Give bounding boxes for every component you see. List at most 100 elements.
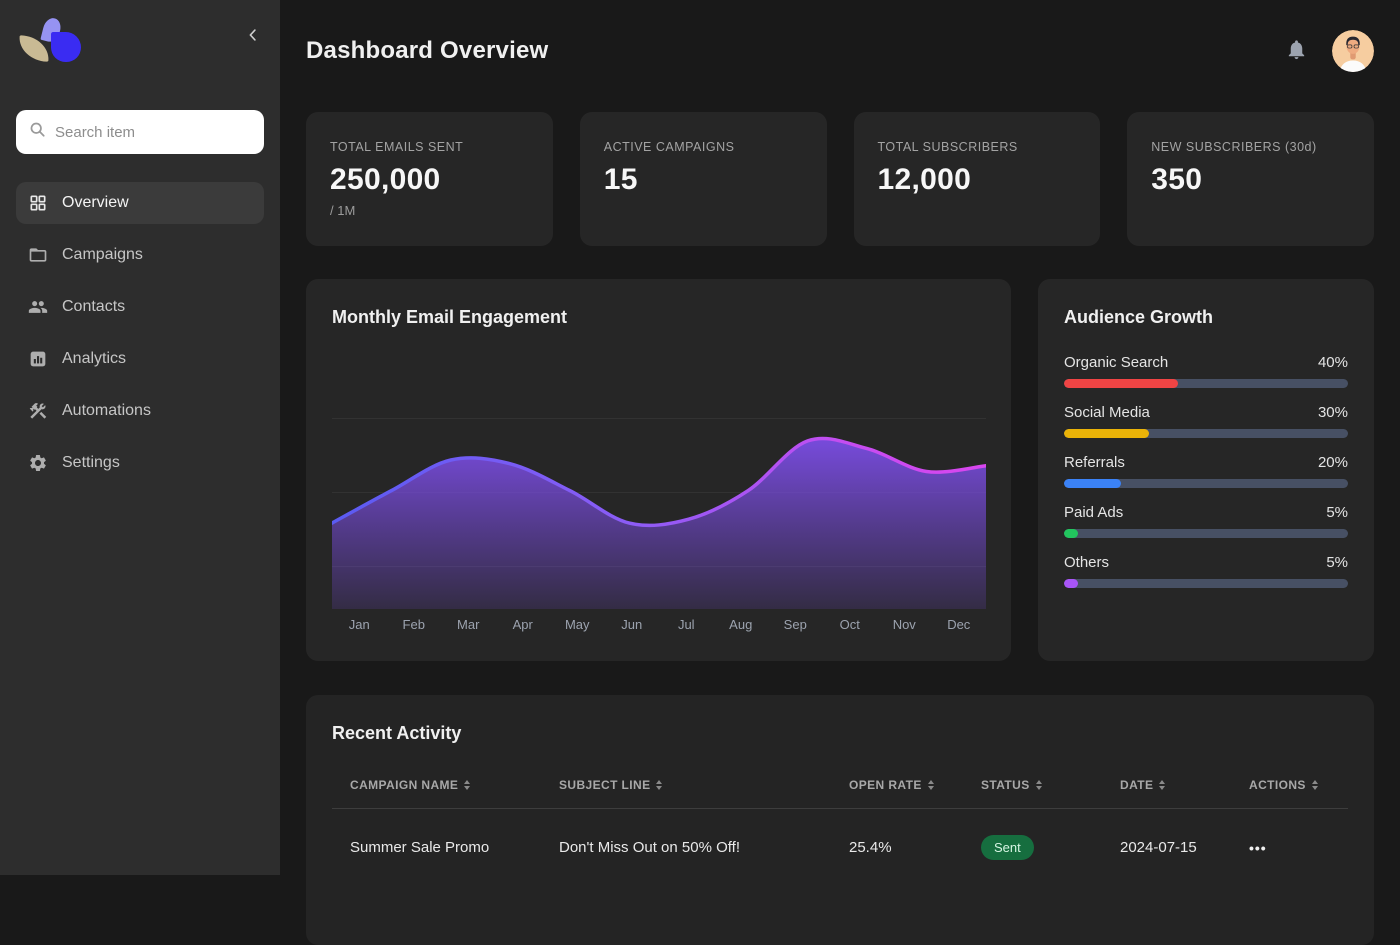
cell-date: 2024-07-15 [1120,839,1249,856]
audience-growth-card: Audience Growth Organic Search 40% Socia… [1038,279,1374,661]
column-header-date[interactable]: DATE [1120,778,1249,792]
sidebar-item-automations[interactable]: Automations [16,390,264,432]
main-content: Dashboard Overview [280,0,1400,875]
sidebar-item-label: Settings [62,454,120,472]
table-row: Summer Sale Promo Don't Miss Out on 50% … [332,809,1348,880]
column-header-status[interactable]: STATUS [981,778,1120,792]
stat-value: 250,000 [330,163,529,197]
recent-activity-card: Recent Activity CAMPAIGN NAME SUBJECT LI… [306,695,1374,945]
sort-icon [656,780,662,790]
audience-row-organic-search: Organic Search 40% [1064,354,1348,388]
stat-label: TOTAL EMAILS SENT [330,140,529,154]
x-tick: Feb [387,617,442,632]
stat-value: 15 [604,163,803,197]
engagement-chart-card: Monthly Email Engagement Jan Feb Mar Apr… [306,279,1011,661]
audience-pct: 20% [1318,454,1348,471]
audience-label: Paid Ads [1064,504,1123,521]
chevron-left-icon [244,32,262,47]
audience-row-referrals: Referrals 20% [1064,454,1348,488]
logo [16,14,80,66]
column-header-open-rate[interactable]: OPEN RATE [849,778,981,792]
stat-label: NEW SUBSCRIBERS (30d) [1151,140,1350,154]
bell-icon [1285,49,1308,64]
audience-label: Organic Search [1064,354,1168,371]
engagement-chart [332,418,986,609]
audience-label: Others [1064,554,1109,571]
sidebar-item-label: Campaigns [62,246,143,264]
sidebar-item-campaigns[interactable]: Campaigns [16,234,264,276]
progress-track [1064,579,1348,588]
sort-icon [1312,780,1318,790]
x-tick: Apr [496,617,551,632]
search-box [16,110,264,154]
audience-pct: 30% [1318,404,1348,421]
audience-label: Social Media [1064,404,1150,421]
folder-icon [28,245,48,265]
notifications-button[interactable] [1283,36,1310,66]
cell-subject-line: Don't Miss Out on 50% Off! [559,839,849,856]
audience-pct: 40% [1318,354,1348,371]
tools-icon [28,401,48,421]
sidebar-nav: Overview Campaigns Contacts [16,182,264,484]
stat-card-total-subscribers: TOTAL SUBSCRIBERS 12,000 [854,112,1101,246]
stat-card-new-subscribers: NEW SUBSCRIBERS (30d) 350 [1127,112,1374,246]
sort-icon [1159,780,1165,790]
column-header-campaign-name[interactable]: CAMPAIGN NAME [350,778,559,792]
search-input[interactable] [55,124,252,141]
x-tick: Jan [332,617,387,632]
x-tick: May [550,617,605,632]
column-header-subject-line[interactable]: SUBJECT LINE [559,778,849,792]
stat-sub: / 1M [330,203,529,218]
sort-icon [464,780,470,790]
stat-label: ACTIVE CAMPAIGNS [604,140,803,154]
audience-pct: 5% [1326,504,1348,521]
gear-icon [28,453,48,473]
progress-fill [1064,379,1178,388]
sidebar-item-analytics[interactable]: Analytics [16,338,264,380]
stat-cards-row: TOTAL EMAILS SENT 250,000 / 1M ACTIVE CA… [306,112,1374,246]
x-tick: Sep [768,617,823,632]
x-tick: Aug [714,617,769,632]
audience-row-paid-ads: Paid Ads 5% [1064,504,1348,538]
progress-track [1064,379,1348,388]
sidebar: Overview Campaigns Contacts [0,0,280,875]
x-tick: Dec [932,617,987,632]
x-tick: Mar [441,617,496,632]
progress-track [1064,529,1348,538]
chart-title: Monthly Email Engagement [306,279,1011,328]
column-header-actions[interactable]: ACTIONS [1249,778,1348,792]
x-tick: Jun [605,617,660,632]
table-title: Recent Activity [306,695,1374,744]
sidebar-item-contacts[interactable]: Contacts [16,286,264,328]
progress-track [1064,429,1348,438]
stat-value: 350 [1151,163,1350,197]
search-icon [28,120,47,144]
sidebar-item-label: Overview [62,194,129,212]
user-avatar[interactable] [1332,30,1374,72]
sidebar-item-label: Analytics [62,350,126,368]
sidebar-item-label: Contacts [62,298,125,316]
audience-row-social-media: Social Media 30% [1064,404,1348,438]
cell-open-rate: 25.4% [849,839,981,856]
grid-icon [28,193,48,213]
stat-card-total-emails: TOTAL EMAILS SENT 250,000 / 1M [306,112,553,246]
sidebar-item-label: Automations [62,402,151,420]
x-tick: Jul [659,617,714,632]
progress-fill [1064,579,1078,588]
progress-fill [1064,529,1078,538]
audience-label: Referrals [1064,454,1125,471]
stat-label: TOTAL SUBSCRIBERS [878,140,1077,154]
x-tick: Nov [877,617,932,632]
bar-chart-icon [28,349,48,369]
people-icon [28,297,48,317]
stat-card-active-campaigns: ACTIVE CAMPAIGNS 15 [580,112,827,246]
sidebar-item-settings[interactable]: Settings [16,442,264,484]
status-badge: Sent [981,835,1034,860]
sidebar-item-overview[interactable]: Overview [16,182,264,224]
progress-track [1064,479,1348,488]
audience-row-others: Others 5% [1064,554,1348,588]
stat-value: 12,000 [878,163,1077,197]
logo-petal-blue [51,32,81,62]
row-actions-button[interactable]: ••• [1249,840,1348,856]
sidebar-collapse-button[interactable] [242,24,264,49]
